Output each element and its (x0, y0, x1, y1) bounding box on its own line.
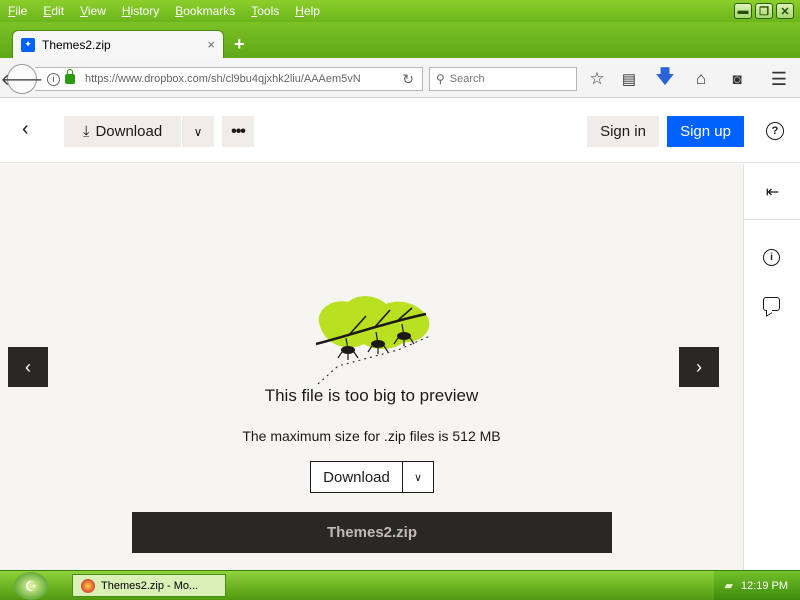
back-button[interactable]: 🡐 (1, 64, 43, 94)
menu-help[interactable]: Help (287, 4, 328, 18)
previous-file-button[interactable]: ‹ (8, 347, 48, 387)
tab-strip: ✦ Themes2.zip × + (0, 22, 800, 58)
chevron-down-icon: ∨ (193, 124, 203, 139)
firefox-icon (81, 578, 95, 593)
download-arrow-icon[interactable]: 🡇 (654, 67, 676, 90)
sign-in-button[interactable]: Sign in (587, 116, 659, 147)
url-text[interactable]: https://www.dropbox.com/sh/cl9bu4qjxhk2l… (85, 73, 375, 85)
start-button[interactable]: ☪ (14, 572, 48, 600)
network-icon[interactable]: ▰ (724, 579, 732, 592)
preview-area: ‹ › This file is too big to preview The … (0, 164, 743, 570)
lock-icon[interactable] (65, 69, 75, 84)
menu-history[interactable]: History (114, 4, 167, 18)
menu-bar: File Edit View History Bookmarks Tools H… (0, 0, 800, 22)
chevron-left-icon[interactable]: ‹ (22, 118, 29, 141)
pocket-icon[interactable]: ◙ (726, 68, 748, 90)
info-icon[interactable]: i (47, 72, 60, 86)
chevron-left-icon: ‹ (25, 356, 31, 377)
comment-icon[interactable] (763, 297, 780, 311)
leaf-ants-illustration (315, 296, 431, 385)
menu-edit[interactable]: Edit (35, 4, 72, 18)
chevron-down-icon: ∨ (413, 471, 423, 484)
restore-button[interactable]: ❐ (755, 3, 773, 19)
dropbox-header: ‹ ⤓ Download ∨ ••• Sign in Sign up ? (0, 99, 800, 163)
menu-bookmarks[interactable]: Bookmarks (167, 4, 243, 18)
preview-download-button[interactable]: Download (310, 461, 403, 493)
home-icon[interactable]: ⌂ (690, 68, 712, 90)
preview-download-options-button[interactable]: ∨ (402, 461, 434, 493)
reload-icon[interactable]: ↻ (402, 71, 414, 88)
url-bar[interactable]: i https://www.dropbox.com/sh/cl9bu4qjxhk… (35, 67, 423, 91)
search-placeholder: Search (449, 73, 485, 85)
system-tray: ▰ 12:19 PM (714, 571, 800, 600)
help-icon[interactable]: ? (766, 122, 784, 140)
search-icon: ⚲ (436, 72, 445, 86)
menu-file[interactable]: File (0, 4, 35, 18)
search-input[interactable]: ⚲ Search (429, 67, 577, 91)
side-panel: ⇤ i (743, 164, 800, 570)
new-tab-button[interactable]: + (234, 34, 245, 55)
sign-up-button[interactable]: Sign up (667, 116, 744, 147)
ellipsis-icon: ••• (231, 122, 246, 140)
download-options-button[interactable]: ∨ (182, 116, 214, 147)
menu-view[interactable]: View (72, 4, 114, 18)
collapse-panel-icon[interactable]: ⇤ (744, 164, 800, 220)
chevron-right-icon: › (696, 356, 702, 377)
tab-title: Themes2.zip (42, 37, 111, 52)
download-icon: ⤓ (82, 123, 90, 140)
clock: 12:19 PM (740, 579, 788, 592)
reading-list-icon[interactable]: ▤ (618, 68, 640, 90)
max-size-message: The maximum size for .zip files is 512 M… (242, 428, 501, 444)
minimize-button[interactable]: ▬ (734, 3, 752, 19)
info-icon[interactable]: i (763, 249, 780, 266)
close-window-button[interactable]: ✕ (776, 3, 794, 19)
window-controls: ▬ ❐ ✕ (734, 3, 794, 19)
taskbar: ☪ Themes2.zip - Mo... ▰ 12:19 PM (0, 570, 800, 600)
taskbar-firefox-item[interactable]: Themes2.zip - Mo... (72, 574, 226, 597)
taskbar-item-label: Themes2.zip - Mo... (101, 579, 199, 592)
file-name-bar: Themes2.zip (132, 512, 612, 553)
star-icon[interactable]: ☆ (586, 68, 608, 90)
more-options-button[interactable]: ••• (222, 116, 254, 147)
download-label: Download (95, 123, 163, 140)
tab-themes2[interactable]: ✦ Themes2.zip × (12, 30, 224, 58)
back-arrow-icon: 🡐 (0, 71, 44, 89)
menu-tools[interactable]: Tools (243, 4, 287, 18)
next-file-button[interactable]: › (679, 347, 719, 387)
too-big-message: This file is too big to preview (264, 386, 479, 405)
nav-toolbar: i https://www.dropbox.com/sh/cl9bu4qjxhk… (0, 58, 800, 98)
dropbox-icon: ✦ (21, 37, 35, 52)
start-logo-icon: ☪ (24, 577, 38, 594)
menu-icon[interactable]: ☰ (768, 68, 790, 90)
tab-close-icon[interactable]: × (207, 37, 215, 52)
download-button[interactable]: ⤓ Download (64, 116, 181, 147)
